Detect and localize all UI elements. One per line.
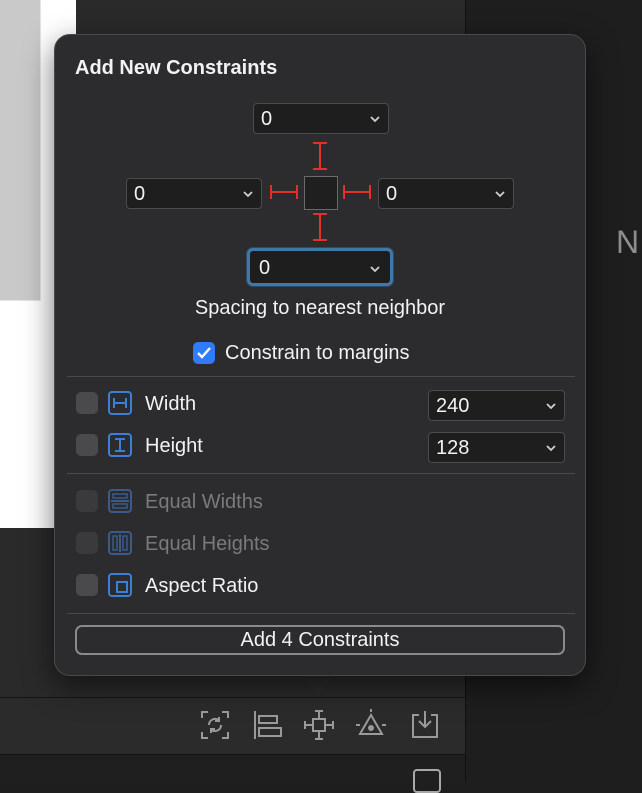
height-checkbox[interactable]: [76, 434, 98, 456]
width-icon: [108, 391, 132, 415]
constrained-view-icon: [304, 176, 338, 210]
bottom-spacing-dropdown[interactable]: 0: [247, 248, 393, 286]
width-value: 240: [436, 395, 470, 417]
top-strut-icon[interactable]: [310, 141, 330, 171]
chevron-down-icon: [370, 266, 380, 273]
left-spacing-dropdown[interactable]: 0: [126, 178, 262, 209]
left-strut-icon[interactable]: [269, 182, 299, 202]
equal-heights-checkbox: [76, 532, 98, 554]
popover-title: Add New Constraints: [75, 57, 278, 79]
divider: [67, 473, 575, 474]
add-constraints-icon[interactable]: [302, 708, 336, 742]
constrain-to-margins-checkbox[interactable]: [193, 342, 215, 364]
chevron-down-icon: [495, 191, 505, 198]
height-value-dropdown[interactable]: 128: [428, 432, 565, 463]
equal-widths-checkbox: [76, 490, 98, 512]
add-constraints-popover: Add New Constraints 0 0 0 0 Spacing to n…: [54, 34, 586, 676]
width-checkbox[interactable]: [76, 392, 98, 414]
canvas-status-bar: [0, 754, 465, 783]
chevron-down-icon: [546, 445, 556, 452]
align-icon[interactable]: [250, 708, 284, 742]
width-value-dropdown[interactable]: 240: [428, 390, 565, 421]
top-spacing-dropdown[interactable]: 0: [253, 103, 389, 134]
canvas-subview[interactable]: [0, 0, 41, 301]
constrain-to-margins-label: Constrain to margins: [225, 342, 410, 364]
chevron-down-icon: [546, 403, 556, 410]
aspect-ratio-checkbox[interactable]: [76, 574, 98, 596]
chevron-down-icon: [243, 191, 253, 198]
update-frames-icon[interactable]: [198, 708, 232, 742]
width-label: Width: [145, 393, 197, 415]
right-spacing-value: 0: [386, 183, 398, 205]
right-spacing-dropdown[interactable]: 0: [378, 178, 514, 209]
bottom-strut-icon[interactable]: [310, 212, 330, 242]
equal-heights-icon: [108, 531, 132, 555]
equal-widths-label: Equal Widths: [145, 491, 263, 513]
embed-in-icon[interactable]: [408, 708, 442, 742]
divider: [67, 376, 575, 377]
divider: [67, 613, 575, 614]
height-value: 128: [436, 437, 470, 459]
spacing-label: Spacing to nearest neighbor: [194, 297, 446, 319]
checkmark-icon: [197, 347, 211, 359]
equal-heights-label: Equal Heights: [145, 533, 270, 555]
canvas-bottom-bar: [0, 697, 465, 755]
height-icon: [108, 433, 132, 457]
left-spacing-value: 0: [134, 183, 146, 205]
chevron-down-icon: [370, 116, 380, 123]
top-spacing-value: 0: [261, 108, 273, 130]
height-label: Height: [145, 435, 203, 457]
aspect-ratio-icon: [108, 573, 132, 597]
right-strut-icon[interactable]: [342, 182, 372, 202]
resolve-issues-icon[interactable]: [354, 708, 388, 742]
bottom-spacing-value: 0: [259, 257, 271, 279]
equal-widths-icon: [108, 489, 132, 513]
inspector-text: N: [616, 224, 640, 260]
panel-toggle-icon[interactable]: [413, 769, 441, 793]
add-constraints-button[interactable]: Add 4 Constraints: [75, 625, 565, 655]
aspect-ratio-label: Aspect Ratio: [145, 575, 259, 597]
